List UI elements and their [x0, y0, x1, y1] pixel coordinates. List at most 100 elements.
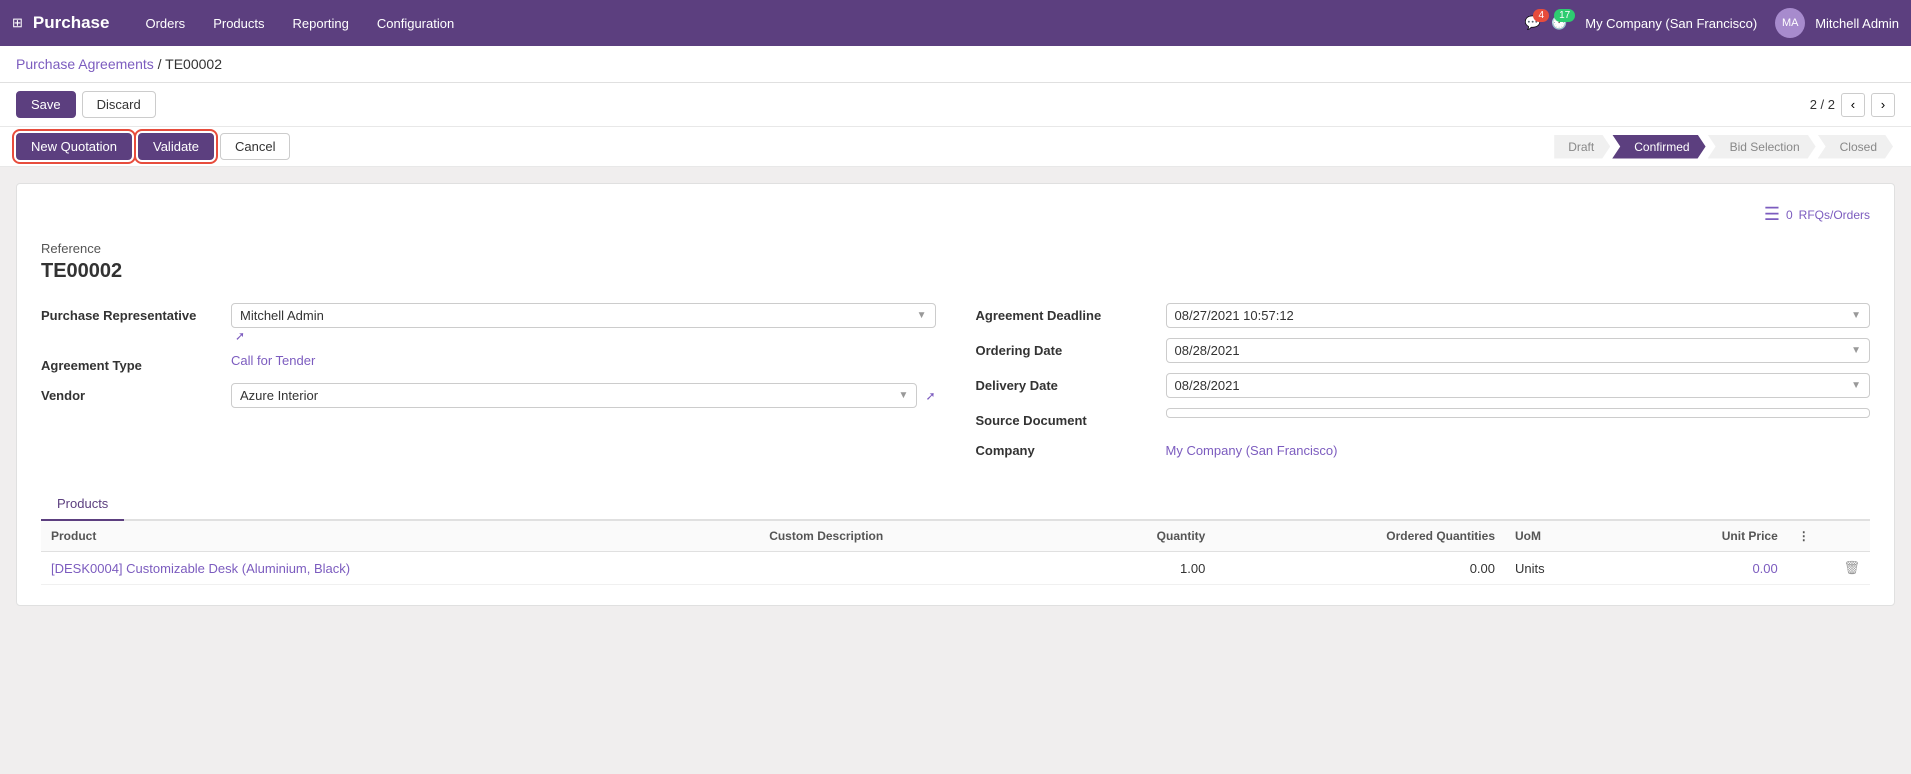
user-name: Mitchell Admin [1815, 16, 1899, 31]
purchase-rep-input[interactable]: Mitchell Admin ▼ [231, 303, 936, 328]
vendor-dropdown: ▼ [899, 390, 909, 401]
app-grid-icon[interactable]: ⊞ [12, 15, 23, 31]
company-value[interactable]: My Company (San Francisco) [1166, 443, 1338, 458]
company-name: My Company (San Francisco) [1585, 16, 1757, 31]
save-button[interactable]: Save [16, 91, 76, 118]
chat-notification[interactable]: 💬 4 [1525, 15, 1541, 31]
col-quantity: Quantity [1061, 521, 1216, 552]
ordering-date-label: Ordering Date [976, 338, 1166, 358]
pipeline-draft: Draft [1554, 135, 1610, 159]
agreement-type-label: Agreement Type [41, 353, 231, 373]
col-ordered-qty: Ordered Quantities [1215, 521, 1505, 552]
nav-products[interactable]: Products [201, 10, 276, 37]
top-navigation: ⊞ Purchase Orders Products Reporting Con… [0, 0, 1911, 46]
company-label: Company [976, 438, 1166, 458]
product-cell[interactable]: [DESK0004] Customizable Desk (Aluminium,… [41, 552, 759, 585]
source-doc-field [1166, 408, 1871, 418]
clock-badge: 17 [1554, 9, 1575, 22]
company-value-field: My Company (San Francisco) [1166, 438, 1871, 458]
quantity-cell[interactable]: 1.00 [1061, 552, 1216, 585]
cancel-button[interactable]: Cancel [220, 133, 290, 160]
clock-notification[interactable]: 🕐 17 [1551, 15, 1567, 31]
vendor-external-link[interactable]: ➚ [925, 389, 935, 403]
reference-value: TE00002 [41, 260, 1870, 283]
tabs-navigation: Products [41, 488, 1870, 521]
nav-orders[interactable]: Orders [133, 10, 197, 37]
next-page-button[interactable]: › [1871, 93, 1895, 117]
delivery-date-value: 08/28/2021 [1175, 378, 1240, 393]
pipeline-confirmed: Confirmed [1612, 135, 1705, 159]
breadcrumb-current: TE00002 [165, 56, 222, 72]
reference-label: Reference [41, 241, 1870, 256]
delivery-date-input[interactable]: 08/28/2021 ▼ [1166, 373, 1871, 398]
row-delete-icon[interactable]: 🗑 [1788, 552, 1870, 585]
delivery-date-field: 08/28/2021 ▼ [1166, 373, 1871, 398]
rfq-counter[interactable]: ☰ 0 RFQs/Orders [41, 204, 1870, 225]
delivery-date-label: Delivery Date [976, 373, 1166, 393]
col-unit-price: Unit Price [1617, 521, 1788, 552]
company-row: Company My Company (San Francisco) [976, 438, 1871, 458]
rfq-icon: ☰ [1764, 204, 1780, 225]
vendor-label: Vendor [41, 383, 231, 403]
col-actions: ⋮ [1788, 521, 1870, 552]
action-bar: Save Discard 2 / 2 ‹ › [0, 83, 1911, 127]
status-bar: New Quotation Validate Cancel Draft Conf… [0, 127, 1911, 167]
validate-button[interactable]: Validate [138, 133, 214, 160]
ordering-date-field: 08/28/2021 ▼ [1166, 338, 1871, 363]
page-navigation: 2 / 2 ‹ › [1810, 93, 1895, 117]
col-custom-desc: Custom Description [759, 521, 1061, 552]
chat-badge: 4 [1533, 9, 1549, 22]
source-doc-input[interactable] [1166, 408, 1871, 418]
prev-page-button[interactable]: ‹ [1841, 93, 1865, 117]
pipeline-status: Draft Confirmed Bid Selection Closed [1554, 135, 1895, 159]
purchase-rep-external-link[interactable]: ➚ [235, 329, 245, 343]
nav-reporting[interactable]: Reporting [281, 10, 361, 37]
vendor-row: Vendor Azure Interior ▼ ➚ [41, 383, 936, 408]
vendor-field: Azure Interior ▼ ➚ [231, 383, 936, 408]
main-content: ☰ 0 RFQs/Orders Reference TE00002 Purcha… [0, 167, 1911, 622]
agreement-type-value: Call for Tender [231, 353, 936, 368]
tabs-section: Products Product Custom Description Quan… [41, 488, 1870, 585]
agreement-deadline-input[interactable]: 08/27/2021 10:57:12 ▼ [1166, 303, 1871, 328]
tab-products[interactable]: Products [41, 488, 124, 521]
ordering-date-input[interactable]: 08/28/2021 ▼ [1166, 338, 1871, 363]
source-doc-row: Source Document [976, 408, 1871, 428]
agreement-deadline-label: Agreement Deadline [976, 303, 1166, 323]
source-doc-label: Source Document [976, 408, 1166, 428]
rfq-count: 0 [1786, 208, 1793, 222]
form-card: ☰ 0 RFQs/Orders Reference TE00002 Purcha… [16, 183, 1895, 606]
pipeline-bid-selection: Bid Selection [1708, 135, 1816, 159]
table-row: [DESK0004] Customizable Desk (Aluminium,… [41, 552, 1870, 585]
vendor-value: Azure Interior [240, 388, 318, 403]
vendor-input[interactable]: Azure Interior ▼ [231, 383, 917, 408]
discard-button[interactable]: Discard [82, 91, 156, 118]
purchase-rep-value: Mitchell Admin [240, 308, 324, 323]
pipeline-closed: Closed [1818, 135, 1893, 159]
nav-configuration[interactable]: Configuration [365, 10, 466, 37]
user-avatar[interactable]: MA [1775, 8, 1805, 38]
page-info: 2 / 2 [1810, 97, 1835, 112]
agreement-type-link[interactable]: Call for Tender [231, 353, 315, 368]
agreement-type-row: Agreement Type Call for Tender [41, 353, 936, 373]
ordering-date-dropdown: ▼ [1851, 345, 1861, 356]
delivery-date-dropdown: ▼ [1851, 380, 1861, 391]
custom-desc-cell[interactable] [759, 552, 1061, 585]
form-fields: Purchase Representative Mitchell Admin ▼… [41, 303, 1870, 468]
agreement-deadline-dropdown: ▼ [1851, 310, 1861, 321]
agreement-deadline-row: Agreement Deadline 08/27/2021 10:57:12 ▼ [976, 303, 1871, 328]
col-product: Product [41, 521, 759, 552]
purchase-rep-field: Mitchell Admin ▼ ➚ [231, 303, 936, 343]
purchase-rep-row: Purchase Representative Mitchell Admin ▼… [41, 303, 936, 343]
purchase-rep-label: Purchase Representative [41, 303, 231, 323]
unit-price-cell[interactable]: 0.00 [1617, 552, 1788, 585]
delivery-date-row: Delivery Date 08/28/2021 ▼ [976, 373, 1871, 398]
app-name[interactable]: Purchase [33, 13, 110, 33]
ordering-date-value: 08/28/2021 [1175, 343, 1240, 358]
uom-cell: Units [1505, 552, 1617, 585]
breadcrumb-parent[interactable]: Purchase Agreements [16, 56, 154, 72]
ordering-date-row: Ordering Date 08/28/2021 ▼ [976, 338, 1871, 363]
purchase-rep-dropdown: ▼ [917, 310, 927, 321]
new-quotation-button[interactable]: New Quotation [16, 133, 132, 160]
agreement-deadline-field: 08/27/2021 10:57:12 ▼ [1166, 303, 1871, 328]
table-header-row: Product Custom Description Quantity Orde… [41, 521, 1870, 552]
